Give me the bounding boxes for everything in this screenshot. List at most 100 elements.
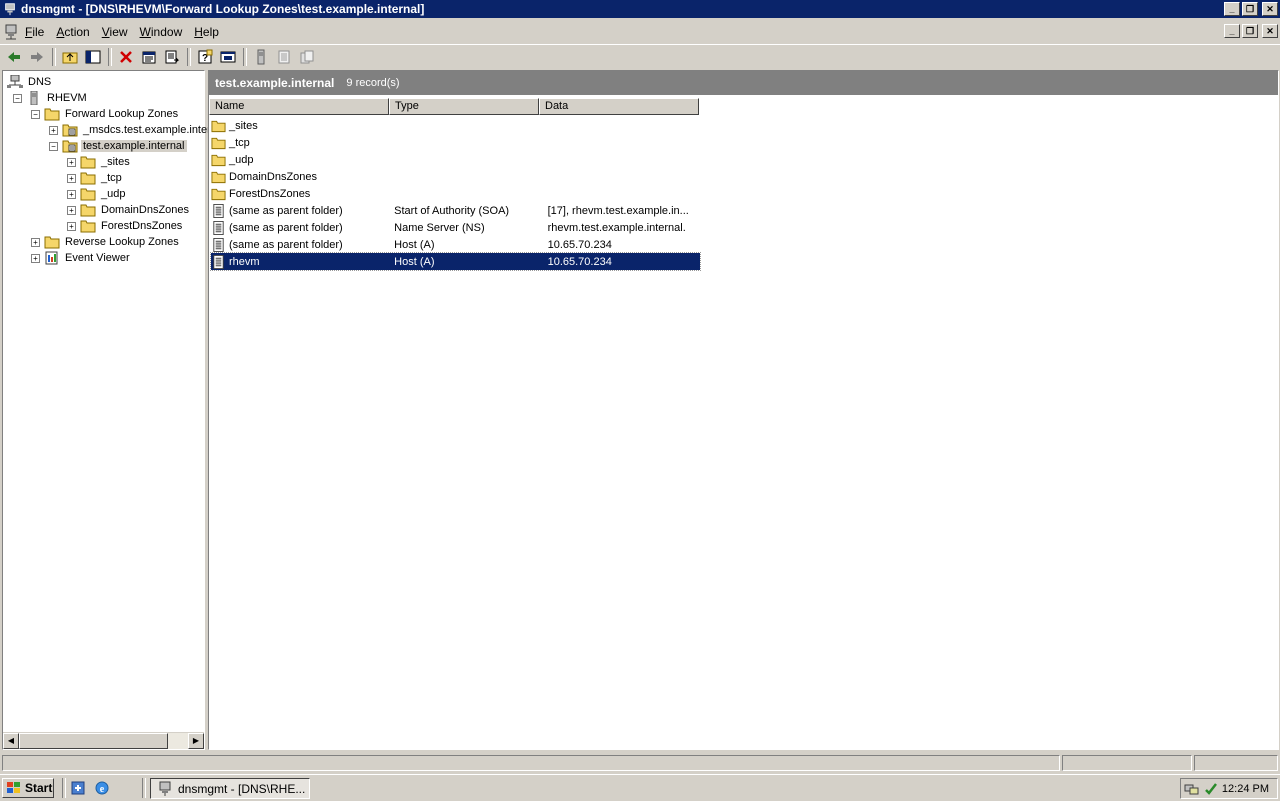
scroll-left-button[interactable]: ◀ xyxy=(3,733,19,749)
restore-button[interactable]: ❐ xyxy=(1242,2,1258,16)
record-name: DomainDnsZones xyxy=(229,170,318,183)
properties-button[interactable] xyxy=(138,47,160,67)
tree-item-event-viewer[interactable]: + Event Viewer xyxy=(31,250,132,266)
mmc-window-button[interactable] xyxy=(217,47,239,67)
tree-item-label: ForestDnsZones xyxy=(101,220,183,232)
table-row[interactable]: _sites xyxy=(211,117,700,134)
table-row[interactable]: rhevm Host (A) 10.65.70.234 xyxy=(210,252,701,271)
cell-name: (same as parent folder) xyxy=(211,220,389,235)
tree-expander[interactable]: + xyxy=(67,221,76,231)
cell-name: _tcp xyxy=(211,136,389,150)
forward-button[interactable] xyxy=(26,47,48,67)
mmc-system-menu-icon[interactable] xyxy=(3,24,19,40)
tree-item-forward-lookup-zones[interactable]: − Forward Lookup Zones xyxy=(31,106,180,122)
taskbar-item-dnsmgmt[interactable]: dnsmgmt - [DNS\RHE... xyxy=(150,778,310,799)
clock[interactable]: 12:24 PM xyxy=(1222,783,1269,795)
tree-item-udp[interactable]: + _udp xyxy=(67,186,127,202)
child-minimize-button[interactable]: _ xyxy=(1224,24,1240,38)
folder-icon xyxy=(211,120,226,132)
table-row[interactable]: (same as parent folder) Name Server (NS) r… xyxy=(211,219,700,236)
tree-item-rhevm[interactable]: − RHEVM xyxy=(13,90,89,106)
server-icon xyxy=(257,49,265,65)
table-row[interactable]: (same as parent folder) Host (A) 10.65.70.… xyxy=(211,236,700,253)
internet-explorer-icon[interactable]: e xyxy=(94,780,110,796)
tree-expander[interactable]: − xyxy=(13,93,22,103)
cell-type: Host (A) xyxy=(394,238,435,251)
tree-horizontal-scrollbar[interactable]: ◀ ▶ xyxy=(3,732,204,749)
status-bar xyxy=(0,753,1280,773)
column-header-type[interactable]: Type xyxy=(389,98,539,115)
delete-button[interactable] xyxy=(115,47,137,67)
new-record-button[interactable] xyxy=(273,47,295,67)
tree-expander[interactable]: − xyxy=(31,109,40,119)
console-tree[interactable]: DNS − RHEVM − Forward Lookup Zones + _msdcs.te… xyxy=(2,70,225,750)
table-row[interactable]: ForestDnsZones xyxy=(211,185,700,202)
folder-icon xyxy=(44,236,60,249)
tree-expander[interactable]: + xyxy=(67,173,76,183)
menu-help[interactable]: Help xyxy=(194,25,227,39)
tree-item-label: Event Viewer xyxy=(65,252,130,264)
cell-name: ForestDnsZones xyxy=(211,187,389,201)
tree-expander[interactable]: + xyxy=(67,189,76,199)
help-button[interactable]: ? xyxy=(194,47,216,67)
tree-expander[interactable]: + xyxy=(31,237,40,247)
column-headers: Name Type Data xyxy=(209,98,1278,115)
tree-expander[interactable]: + xyxy=(31,253,40,263)
child-restore-button[interactable]: ❐ xyxy=(1242,24,1258,38)
tree-item-tcp[interactable]: + _tcp xyxy=(67,170,124,186)
record-icon xyxy=(213,220,224,235)
zone-icon xyxy=(62,124,78,137)
record-name: _tcp xyxy=(229,136,250,149)
menu-window[interactable]: Window xyxy=(140,25,191,39)
tree-item-test-example-internal[interactable]: − test.example.internal xyxy=(49,138,187,154)
table-row[interactable]: DomainDnsZones xyxy=(211,168,700,185)
table-row[interactable]: (same as parent folder) Start of Authorit… xyxy=(211,202,700,219)
event-viewer-icon xyxy=(45,251,58,265)
show-hide-tree-button[interactable] xyxy=(82,47,104,67)
tree-item-label: Forward Lookup Zones xyxy=(65,108,179,120)
child-close-button[interactable]: ✕ xyxy=(1262,24,1278,38)
tree-item-domaindnszones[interactable]: + DomainDnsZones xyxy=(67,202,191,218)
show-hide-tree-icon xyxy=(85,50,101,64)
tree-item-sites[interactable]: + _sites xyxy=(67,154,132,170)
title-bar[interactable]: dnsmgmt - [DNS\RHEVM\Forward Lookup Zone… xyxy=(0,0,1280,18)
new-zone-button[interactable] xyxy=(296,47,318,67)
tree-expander[interactable]: + xyxy=(67,157,76,167)
column-header-name[interactable]: Name xyxy=(209,98,389,115)
mmc-window-icon xyxy=(220,51,236,63)
record-name: ForestDnsZones xyxy=(229,187,311,200)
close-button[interactable]: ✕ xyxy=(1262,2,1278,16)
server-icon xyxy=(30,91,38,105)
tree-item-dns[interactable]: DNS xyxy=(7,74,53,90)
update-server-button[interactable] xyxy=(250,47,272,67)
start-label: Start xyxy=(25,781,53,795)
minimize-button[interactable]: _ xyxy=(1224,2,1240,16)
up-one-level-button[interactable] xyxy=(59,47,81,67)
tree-expander[interactable]: + xyxy=(67,205,76,215)
details-pane[interactable]: test.example.internal 9 record(s) Name T… xyxy=(208,70,1279,750)
security-tray-icon[interactable] xyxy=(1203,781,1219,797)
scroll-thumb[interactable] xyxy=(19,733,168,749)
tree-item-msdcs-test-example-internal[interactable]: + _msdcs.test.example.internal xyxy=(49,122,227,138)
menu-view[interactable]: View xyxy=(102,25,136,39)
tree-expander[interactable]: − xyxy=(49,141,58,151)
scroll-right-button[interactable]: ▶ xyxy=(188,733,204,749)
tree-item-label: _msdcs.test.example.internal xyxy=(83,124,226,136)
back-button[interactable] xyxy=(3,47,25,67)
menu-action[interactable]: Action xyxy=(56,25,97,39)
tree-item-reverse-lookup-zones[interactable]: + Reverse Lookup Zones xyxy=(31,234,181,250)
server-manager-quicklaunch-icon[interactable] xyxy=(70,780,86,796)
status-panel-3 xyxy=(1194,755,1278,771)
menu-file[interactable]: File xyxy=(25,25,52,39)
tree-item-forestdnszones[interactable]: + ForestDnsZones xyxy=(67,218,184,234)
start-button[interactable]: Start xyxy=(2,778,54,798)
column-header-data[interactable]: Data xyxy=(539,98,699,115)
tree-item-label: _udp xyxy=(101,188,126,200)
network-tray-icon[interactable] xyxy=(1184,781,1200,797)
tree-expander[interactable]: + xyxy=(49,125,58,135)
export-list-icon xyxy=(165,50,180,64)
record-icon xyxy=(213,254,224,269)
table-row[interactable]: _tcp xyxy=(211,134,700,151)
table-row[interactable]: _udp xyxy=(211,151,700,168)
export-list-button[interactable] xyxy=(161,47,183,67)
